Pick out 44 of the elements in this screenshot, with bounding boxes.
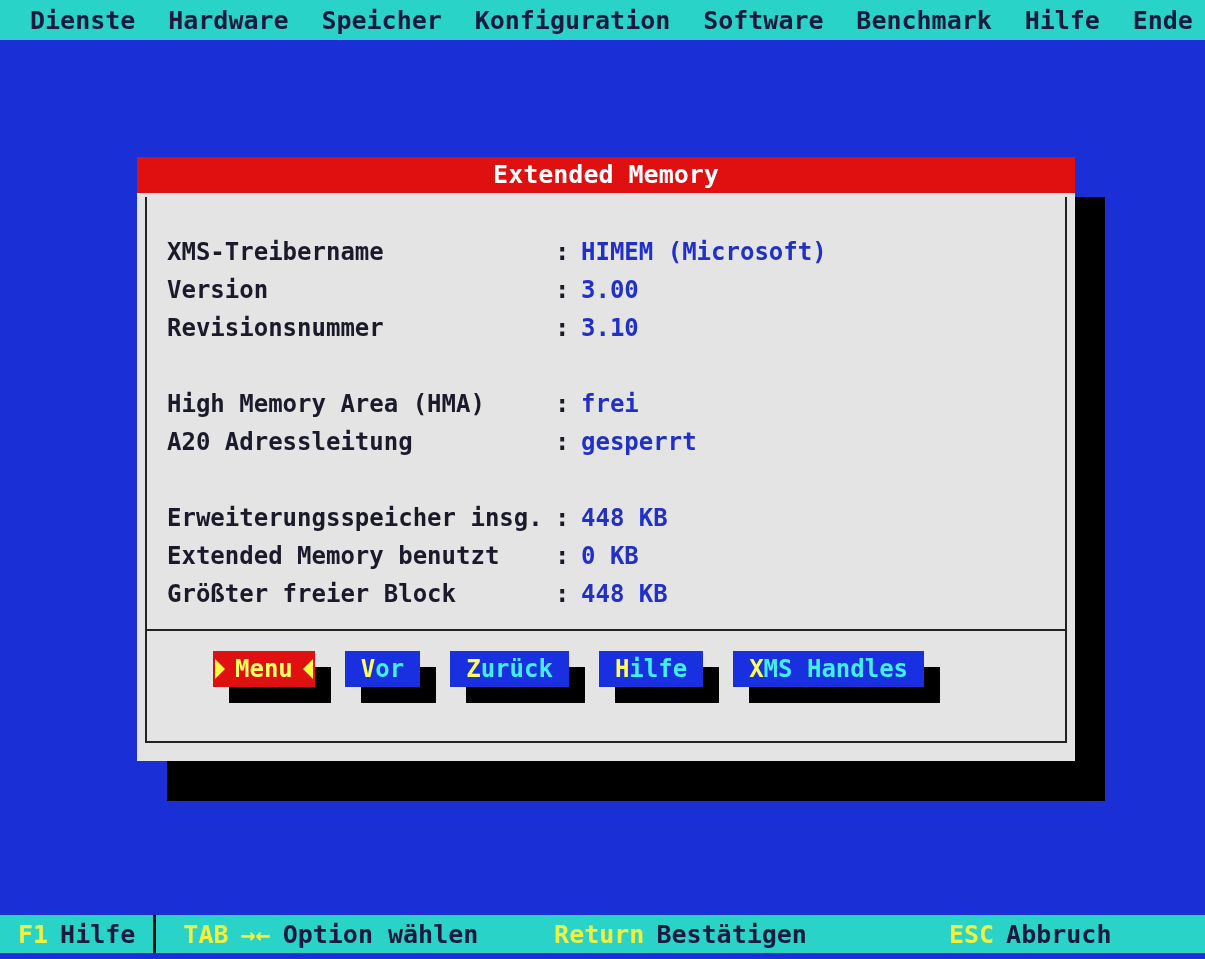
field-label: A20 Adressleitung (167, 427, 414, 458)
shortcut-key: ESC (948, 919, 995, 949)
menu-item[interactable]: Ende (1132, 5, 1193, 35)
field-label: XMS-Treibername (167, 237, 385, 268)
field-value: frei (581, 389, 639, 420)
field-label: Extended Memory benutzt (167, 541, 501, 572)
shortcut-label: Bestätigen (656, 919, 807, 949)
shortcut-key: F1 (18, 919, 49, 949)
field-value: 3.00 (581, 275, 639, 306)
colon-separator: : (555, 503, 571, 534)
field-label: Größter freier Block (167, 579, 457, 610)
shortcut-key: Return (554, 919, 645, 949)
field-value: 3.10 (581, 313, 639, 344)
menu-item[interactable]: Konfiguration (474, 5, 671, 35)
colon-separator: : (555, 389, 571, 420)
field-value: 448 KB (581, 503, 668, 534)
field-label: Version (167, 275, 270, 306)
field-value: HIMEM (Microsoft) (581, 237, 827, 268)
menu-item[interactable]: Speicher (321, 5, 442, 35)
field-value: 448 KB (581, 579, 668, 610)
arrows-symbol: →← (240, 919, 271, 949)
shortcut-key: TAB (183, 919, 229, 949)
field-value: gesperrt (581, 427, 697, 458)
field-label: Erweiterungsspeicher insg. (167, 503, 544, 534)
field-value: 0 KB (581, 541, 639, 572)
dialog-title: Extended Memory (137, 157, 1075, 193)
menu-item[interactable]: Hilfe (1024, 5, 1100, 35)
menu-item[interactable]: Hardware (168, 5, 289, 35)
field-label: Revisionsnummer (167, 313, 385, 344)
colon-separator: : (555, 579, 571, 610)
colon-separator: : (555, 237, 571, 268)
shortcut-label: Option wählen (282, 919, 479, 949)
colon-separator: : (555, 427, 571, 458)
menu-item[interactable]: Benchmark (856, 5, 992, 35)
left-triangle-icon (302, 659, 313, 679)
colon-separator: : (555, 275, 571, 306)
shortcut-label: Hilfe (60, 919, 136, 949)
shortcut-label: Abbruch (1006, 919, 1112, 949)
right-triangle-icon (215, 659, 225, 679)
colon-separator: : (555, 313, 571, 344)
field-label: High Memory Area (HMA) (167, 389, 486, 420)
menu-item[interactable]: Dienste (30, 5, 136, 35)
colon-separator: : (555, 541, 571, 572)
menu-item[interactable]: Software (703, 5, 824, 35)
